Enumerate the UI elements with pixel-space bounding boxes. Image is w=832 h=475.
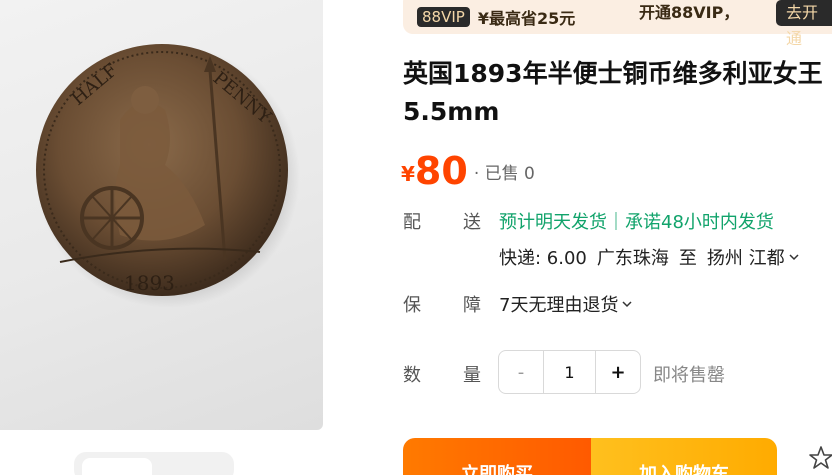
product-photo[interactable]: HALF PENNY 1893 [0, 0, 323, 430]
vip-open-text: 开通88VIP， [639, 3, 740, 22]
quantity-label: 数 量 [403, 361, 483, 387]
quantity-stepper: - 1 + [498, 350, 641, 394]
star-icon[interactable] [808, 445, 832, 471]
guarantee-label: 保 障 [403, 291, 483, 317]
chevron-down-icon [789, 254, 799, 261]
guarantee-label-a: 保 [403, 295, 423, 316]
thumbnail-item[interactable] [82, 458, 152, 475]
thumbnail-strip [74, 452, 234, 475]
add-to-cart-label: 加入购物车 [639, 464, 729, 475]
express-fee: 快递: 6.00 [499, 248, 587, 269]
guarantee-selector[interactable]: 7天无理由退货 [499, 291, 633, 317]
product-title-line2: 5.5mm [403, 97, 500, 126]
shipping-label: 配 送 [403, 208, 483, 234]
price-value: 80 [414, 149, 468, 193]
coin-year: 1893 [124, 271, 175, 295]
shipping-label-a: 配 [403, 212, 423, 233]
quantity-label-a: 数 [403, 365, 423, 386]
quantity-input[interactable]: 1 [543, 351, 596, 393]
price-row: ¥ 80 · 已售 0 [401, 146, 535, 194]
quantity-label-b: 量 [463, 365, 483, 386]
increase-button[interactable]: + [596, 351, 640, 393]
ship-to: 扬州 江都 [706, 248, 785, 269]
stock-note: 即将售罄 [653, 365, 725, 386]
buy-now-button[interactable]: 立即购买 [403, 438, 591, 475]
ship-to-selector[interactable]: 扬州 江都 [707, 244, 800, 270]
shipping-promise: 预计明天发货｜承诺48小时内发货 [499, 212, 774, 233]
buy-now-label: 立即购买 [461, 464, 533, 475]
guarantee-text: 7天无理由退货 [499, 295, 619, 316]
chevron-down-icon [622, 301, 632, 308]
vip-save-text: ¥最高省25元 [477, 9, 576, 28]
vip-open-button[interactable]: 去开通 [776, 0, 832, 48]
product-title: 英国1893年半便士铜币维多利亚女王 [403, 59, 823, 88]
decrease-button[interactable]: - [499, 351, 543, 393]
vip-banner: 88VIP ¥最高省25元 开通88VIP， 去开通 [403, 0, 832, 48]
shipping-label-b: 送 [463, 212, 483, 233]
ship-to-word: 至 [678, 248, 697, 269]
sold-count: · 已售 0 [473, 164, 535, 184]
add-to-cart-button[interactable]: 加入购物车 [591, 438, 777, 475]
currency-symbol: ¥ [401, 162, 415, 186]
image-pane: HALF PENNY 1893 [0, 0, 380, 475]
vip-badge: 88VIP [417, 7, 470, 27]
coin-image: HALF PENNY 1893 [36, 44, 300, 308]
ship-from: 广东珠海 [596, 248, 669, 269]
guarantee-label-b: 障 [463, 295, 483, 316]
shipping-detail: 快递: 6.00 广东珠海 至 扬州 江都 [499, 244, 800, 270]
